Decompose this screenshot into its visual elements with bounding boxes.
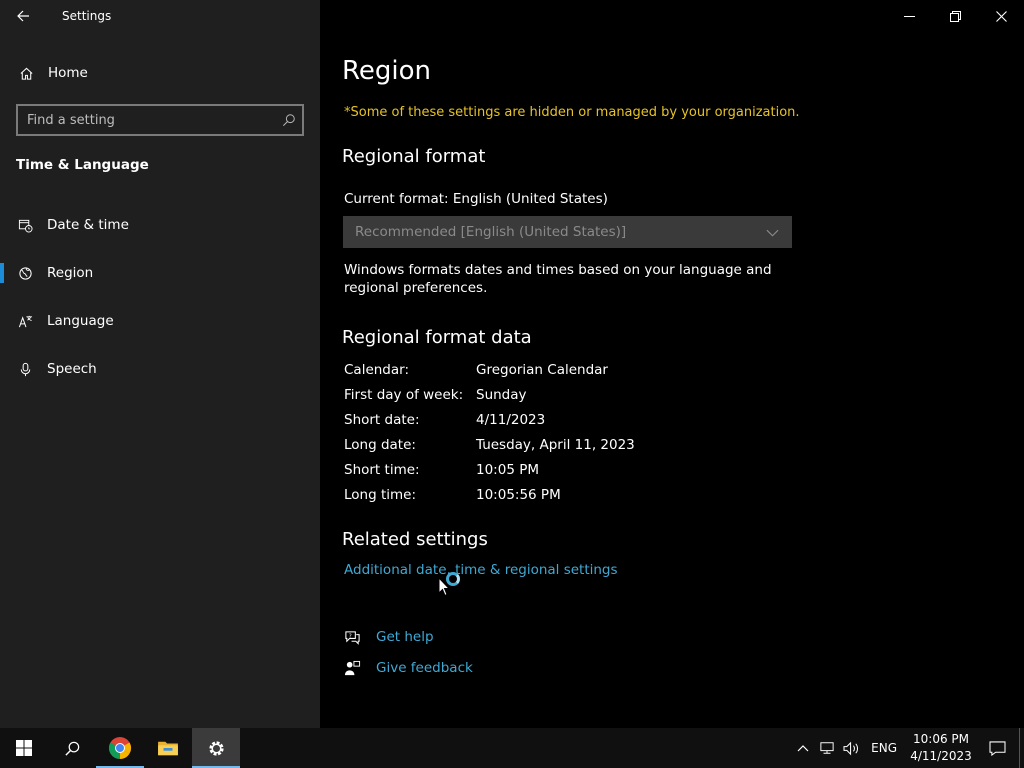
format-data-value: 4/11/2023 (476, 412, 546, 428)
format-data-row: Calendar: Gregorian Calendar (344, 362, 704, 382)
minimize-icon (903, 15, 915, 17)
selection-indicator (0, 215, 4, 235)
current-format-label: Current format: English (United States) (344, 191, 608, 207)
chrome-icon (109, 737, 131, 759)
restore-icon (949, 10, 961, 22)
related-settings-heading: Related settings (342, 529, 488, 550)
sidebar-item-label: Speech (47, 361, 97, 377)
dropdown-value: Recommended [English (United States)] (355, 224, 627, 240)
windows-logo-icon (16, 740, 32, 756)
give-feedback-link[interactable]: Give feedback (376, 660, 473, 676)
format-data-value: Gregorian Calendar (476, 362, 608, 378)
title-bar: Settings (0, 0, 320, 32)
search-icon (64, 741, 79, 756)
sidebar-item-label: Date & time (47, 217, 129, 233)
managed-settings-note: *Some of these settings are hidden or ma… (344, 105, 800, 120)
clock-time: 10:06 PM (913, 732, 969, 746)
notification-icon (988, 740, 1006, 756)
page-title: Region (342, 56, 432, 86)
sidebar-item-region[interactable]: Region (0, 253, 320, 293)
get-help-row[interactable]: ? Get help (342, 627, 434, 647)
show-hidden-icons-button[interactable] (791, 728, 815, 768)
give-feedback-row[interactable]: Give feedback (342, 658, 473, 678)
additional-regional-settings-link[interactable]: Additional date, time & regional setting… (344, 562, 618, 578)
back-button[interactable] (0, 0, 46, 32)
format-data-value: 10:05:56 PM (476, 487, 561, 503)
format-data-key: Long date: (344, 437, 416, 453)
search-box[interactable] (16, 104, 304, 136)
globe-icon (16, 264, 34, 282)
chevron-up-icon (797, 745, 809, 752)
format-data-key: Long time: (344, 487, 417, 503)
taskbar-settings-button[interactable] (192, 728, 240, 768)
clock-date: 4/11/2023 (910, 749, 972, 763)
home-icon (17, 64, 35, 82)
restore-button[interactable] (932, 0, 978, 32)
selection-indicator (0, 359, 4, 379)
volume-tray-button[interactable] (839, 728, 863, 768)
section-title: Time & Language (16, 157, 149, 173)
action-center-button[interactable] (975, 728, 1019, 768)
format-data-key: Short time: (344, 462, 420, 478)
format-data-value: 10:05 PM (476, 462, 539, 478)
format-data-key: First day of week: (344, 387, 464, 403)
chevron-down-icon (766, 225, 780, 239)
format-data-row: Long date: Tuesday, April 11, 2023 (344, 437, 704, 457)
sidebar: Settings Home Time & Language Date & tim… (0, 0, 320, 728)
regional-format-heading: Regional format (342, 146, 486, 167)
busy-spinner-icon (446, 572, 460, 586)
help-chat-icon: ? (342, 627, 362, 647)
close-button[interactable] (978, 0, 1024, 32)
format-data-row: First day of week: Sunday (344, 387, 704, 407)
format-data-value: Sunday (476, 387, 527, 403)
network-icon (820, 742, 834, 754)
start-button[interactable] (0, 728, 48, 768)
nav-home[interactable]: Home (0, 58, 320, 88)
get-help-link[interactable]: Get help (376, 629, 434, 645)
regional-format-dropdown[interactable]: Recommended [English (United States)] (343, 216, 792, 248)
app-title: Settings (62, 9, 112, 23)
format-data-heading: Regional format data (342, 327, 532, 348)
sidebar-item-label: Language (47, 313, 114, 329)
format-data-key: Calendar: (344, 362, 410, 378)
selection-indicator (0, 311, 4, 331)
format-data-row: Short time: 10:05 PM (344, 462, 704, 482)
svg-text:?: ? (348, 633, 351, 639)
folder-icon (158, 741, 178, 756)
format-data-key: Short date: (344, 412, 420, 428)
minimize-button[interactable] (886, 0, 932, 32)
search-input[interactable] (18, 106, 276, 134)
sidebar-item-language[interactable]: Language (0, 301, 320, 341)
feedback-person-icon (342, 658, 362, 678)
window-controls (886, 0, 1024, 32)
show-desktop-button[interactable] (1019, 728, 1024, 768)
sidebar-item-date-time[interactable]: Date & time (0, 205, 320, 245)
taskbar-chrome-button[interactable] (96, 728, 144, 768)
taskbar-file-explorer-button[interactable] (144, 728, 192, 768)
format-description: Windows formats dates and times based on… (344, 262, 772, 296)
back-arrow-icon (17, 10, 29, 22)
taskbar-search-button[interactable] (48, 728, 96, 768)
gear-icon (208, 740, 224, 756)
taskbar: ENG 10:06 PM 4/11/2023 (0, 728, 1024, 768)
system-tray: ENG 10:06 PM 4/11/2023 (791, 728, 1024, 768)
format-data-row: Long time: 10:05:56 PM (344, 487, 704, 507)
taskbar-clock[interactable]: 10:06 PM 4/11/2023 (907, 731, 975, 765)
calendar-clock-icon (16, 216, 34, 234)
selection-indicator (0, 263, 4, 283)
sidebar-item-label: Region (47, 265, 94, 281)
main-content: Region *Some of these settings are hidde… (320, 0, 1024, 728)
input-language-indicator[interactable]: ENG (871, 741, 897, 755)
search-icon[interactable] (276, 113, 302, 127)
format-data-row: Short date: 4/11/2023 (344, 412, 704, 432)
sidebar-item-speech[interactable]: Speech (0, 349, 320, 389)
format-data-value: Tuesday, April 11, 2023 (476, 437, 635, 453)
close-icon (995, 10, 1007, 22)
network-tray-button[interactable] (815, 728, 839, 768)
microphone-icon (16, 360, 34, 378)
nav-home-label: Home (48, 65, 88, 81)
language-icon (16, 312, 34, 330)
speaker-icon (843, 741, 858, 755)
